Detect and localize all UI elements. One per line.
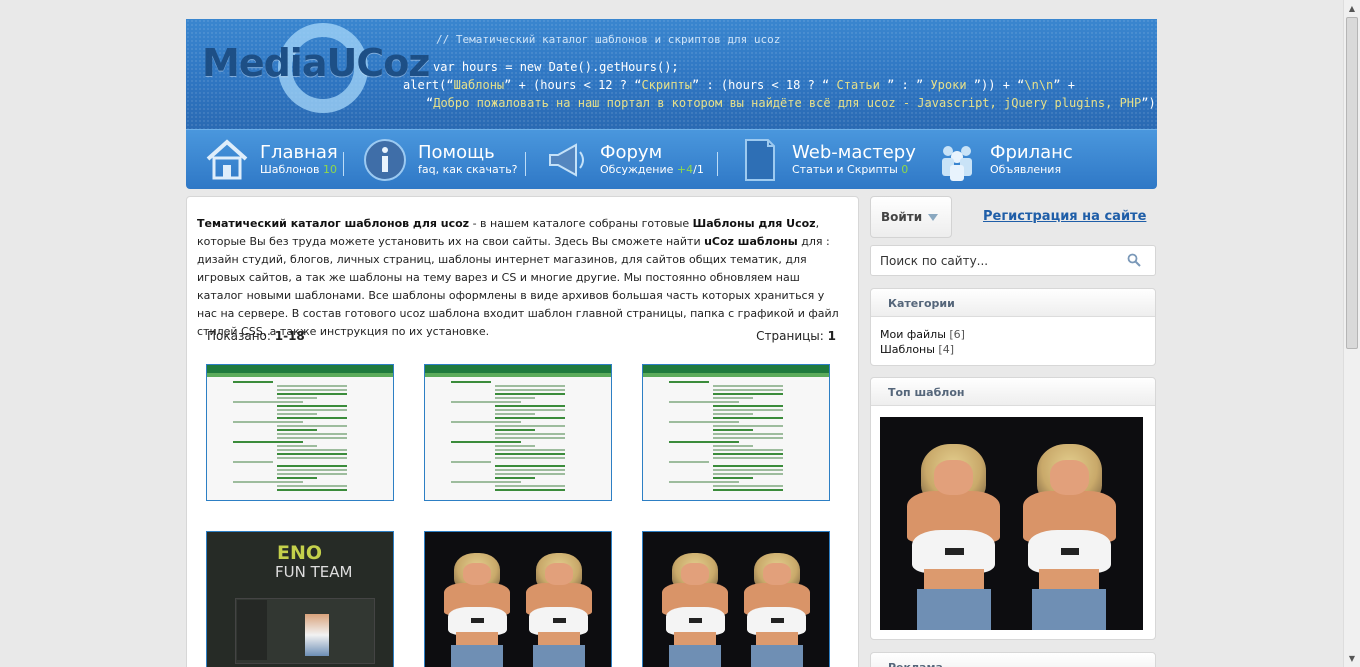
nav-subtitle: Обсуждение +4/1 xyxy=(600,162,704,176)
template-preview-image xyxy=(425,532,611,667)
scroll-down-arrow-icon[interactable]: ▼ xyxy=(1344,650,1360,667)
top-template-image[interactable] xyxy=(880,417,1143,630)
header-code-comment: // Тематический каталог шаблонов и скрип… xyxy=(436,33,781,46)
nav-item-home[interactable]: Главная Шаблонов 10 xyxy=(186,130,344,189)
template-preview-image: ENO FUN TEAM xyxy=(207,532,393,667)
header-code-line3: “Добро пожаловать на наш портал в которо… xyxy=(426,96,1157,110)
nav-item-forum[interactable]: Форум Обсуждение +4/1 xyxy=(526,130,718,189)
nav-subtitle: Шаблонов 10 xyxy=(260,162,337,176)
template-thumbnail[interactable]: ENO FUN TEAM xyxy=(206,531,394,667)
nav-title: Web-мастеру xyxy=(792,141,916,163)
people-icon xyxy=(934,137,980,183)
login-label: Войти xyxy=(881,210,923,224)
page-wrapper: MediaUCoz // Тематический каталог шаблон… xyxy=(186,19,1157,189)
block-title: Топ шаблон xyxy=(871,378,1155,406)
pagination: Страницы: 1 xyxy=(756,329,836,343)
site-logo[interactable]: MediaUCoz xyxy=(202,41,430,85)
catalog-intro: Тематический каталог шаблонов для ucoz -… xyxy=(197,217,839,338)
header-code-line2: alert(“Шаблоны” + (hours < 12 ? “Скрипты… xyxy=(403,78,1075,92)
template-preview-image xyxy=(643,365,829,500)
nav-subtitle: faq, как скачать? xyxy=(418,162,518,176)
block-title: Реклама xyxy=(871,653,1155,667)
nav-title: Форум xyxy=(600,141,663,163)
ads-block: Реклама xyxy=(870,652,1156,667)
template-preview-image xyxy=(643,532,829,667)
nav-item-help[interactable]: Помощь faq, как скачать? xyxy=(344,130,526,189)
categories-block: Категории Мои файлы [6] Шаблоны [4] xyxy=(870,288,1156,366)
nav-title: Помощь xyxy=(418,141,495,163)
site-header: MediaUCoz // Тематический каталог шаблон… xyxy=(186,19,1157,129)
site-search xyxy=(870,245,1156,276)
template-thumbnail[interactable] xyxy=(206,364,394,501)
register-link[interactable]: Регистрация на сайте xyxy=(983,209,1146,224)
nav-item-freelance[interactable]: Фриланс Объявления xyxy=(916,130,1096,189)
category-link[interactable]: Мои файлы xyxy=(880,328,946,341)
scroll-up-arrow-icon[interactable]: ▲ xyxy=(1344,0,1360,17)
scrollbar-thumb[interactable] xyxy=(1346,17,1358,349)
info-icon xyxy=(362,137,408,183)
nav-item-webmaster[interactable]: Web-мастеру Статьи и Скрипты 0 xyxy=(718,130,916,189)
category-link[interactable]: Шаблоны xyxy=(880,343,935,356)
nav-title: Главная xyxy=(260,141,338,163)
chevron-down-icon xyxy=(928,214,938,221)
shown-count: Показано: 1-18 xyxy=(207,329,305,343)
search-icon[interactable] xyxy=(1127,253,1141,267)
document-icon xyxy=(736,137,782,183)
login-button[interactable]: Войти xyxy=(870,196,952,238)
main-nav: Главная Шаблонов 10 Помощь faq, как скачат… xyxy=(186,129,1157,189)
search-input[interactable] xyxy=(880,252,1120,270)
megaphone-icon xyxy=(544,137,590,183)
category-count: [6] xyxy=(945,328,965,341)
nav-title: Фриланс xyxy=(990,141,1073,163)
template-thumbnail[interactable] xyxy=(424,531,612,667)
nav-subtitle: Объявления xyxy=(990,162,1062,176)
content-panel: Тематический каталог шаблонов для ucoz -… xyxy=(186,196,859,667)
category-count: [4] xyxy=(934,343,955,356)
template-preview-image xyxy=(207,365,393,500)
page-link[interactable]: 1 xyxy=(828,329,836,343)
template-thumbnail[interactable] xyxy=(642,364,830,501)
template-thumbnail[interactable] xyxy=(642,531,830,667)
nav-subtitle: Статьи и Скрипты 0 xyxy=(792,162,909,176)
page-scrollbar[interactable]: ▲ ▼ xyxy=(1343,0,1360,667)
home-icon xyxy=(204,137,250,183)
header-code-line1: var hours = new Date().getHours(); xyxy=(433,60,679,74)
top-template-block: Топ шаблон xyxy=(870,377,1156,640)
template-preview-image xyxy=(425,365,611,500)
block-title: Категории xyxy=(871,289,1155,317)
template-thumbnail[interactable] xyxy=(424,364,612,501)
